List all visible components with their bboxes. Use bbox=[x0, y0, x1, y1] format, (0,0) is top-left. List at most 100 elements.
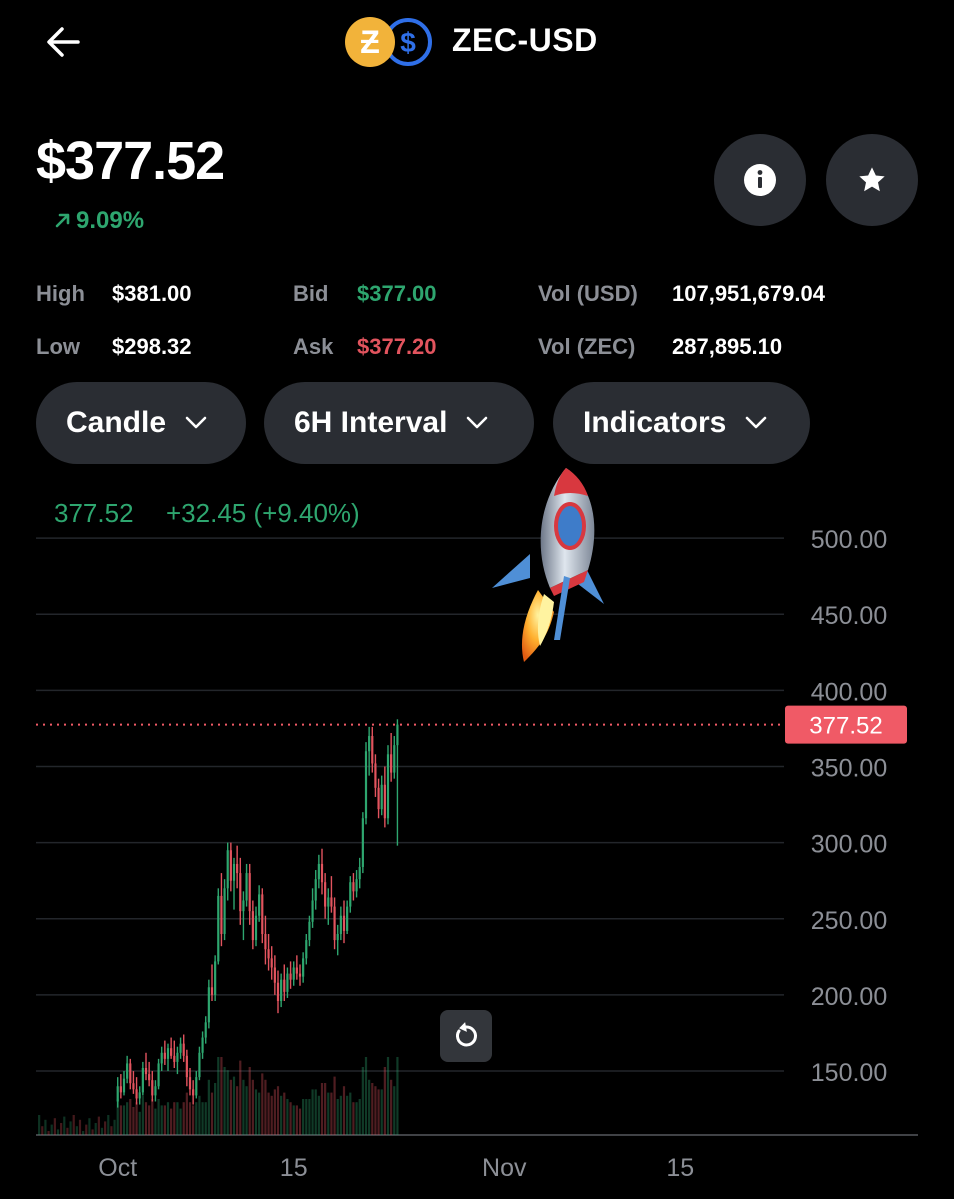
candle-body bbox=[258, 894, 261, 916]
volume-bar bbox=[236, 1086, 239, 1135]
price-chart[interactable]: 500.00 450.00 400.00 350.00 300.00 250.00 200.… bbox=[0, 470, 954, 1199]
volume-bar bbox=[119, 1105, 122, 1135]
candle-body bbox=[223, 888, 226, 934]
vol-zec-value: 287,895.10 bbox=[672, 334, 783, 359]
candle-body bbox=[135, 1089, 138, 1099]
x-tick-label: Nov bbox=[482, 1154, 527, 1182]
volume-bar bbox=[342, 1086, 346, 1135]
volume-bar bbox=[245, 1086, 248, 1135]
volume-bar bbox=[176, 1102, 179, 1135]
candle-body bbox=[201, 1037, 204, 1053]
candle-body bbox=[226, 850, 229, 889]
current-price: $377.52 bbox=[36, 131, 225, 191]
candle-body bbox=[254, 915, 258, 941]
volume-bar bbox=[82, 1131, 85, 1135]
volume-bar bbox=[85, 1124, 88, 1135]
price-change-value: 9.09% bbox=[76, 207, 145, 234]
volume-bar bbox=[364, 1057, 368, 1135]
candle-body bbox=[229, 850, 232, 881]
chevron-down-icon bbox=[746, 416, 767, 429]
vol-usd-value: 107,951,679.04 bbox=[672, 281, 825, 306]
volume-bar bbox=[336, 1099, 339, 1135]
volume-bar bbox=[38, 1115, 41, 1135]
volume-bar bbox=[368, 1079, 371, 1135]
candle-body bbox=[346, 906, 349, 931]
volume-bar bbox=[339, 1095, 342, 1135]
volume-bar bbox=[311, 1089, 314, 1135]
high-value: $381.00 bbox=[112, 281, 192, 306]
volume-bar bbox=[292, 1105, 295, 1135]
volume-bar bbox=[135, 1102, 138, 1135]
candle-body bbox=[248, 873, 251, 912]
candle-body bbox=[380, 784, 383, 810]
indicators-label: Indicators bbox=[583, 406, 727, 439]
volume-bar bbox=[157, 1099, 160, 1135]
interval-dropdown[interactable]: 6H Interval bbox=[264, 382, 534, 464]
ask-label: Ask bbox=[293, 334, 334, 359]
candle-body bbox=[232, 863, 236, 881]
reset-chart-button[interactable] bbox=[440, 1010, 492, 1062]
volume-bar bbox=[229, 1079, 232, 1135]
candle-body bbox=[204, 1022, 207, 1038]
volume-bar bbox=[47, 1131, 50, 1135]
volume-bar bbox=[166, 1102, 170, 1135]
candle-body bbox=[151, 1080, 154, 1096]
chart-type-label: Candle bbox=[66, 406, 167, 439]
volume-bar bbox=[132, 1107, 135, 1135]
volume-bar bbox=[314, 1089, 317, 1135]
volume-bar bbox=[104, 1121, 107, 1135]
indicators-dropdown[interactable]: Indicators bbox=[553, 382, 810, 464]
candle-body bbox=[339, 915, 342, 934]
volume-bar bbox=[192, 1105, 195, 1135]
volume-bar bbox=[56, 1129, 60, 1135]
volume-bar bbox=[305, 1099, 308, 1135]
chevron-down-icon bbox=[467, 416, 488, 429]
arrow-up-right-icon bbox=[55, 213, 70, 228]
volume-bar bbox=[173, 1102, 176, 1135]
high-label: High bbox=[36, 281, 85, 306]
favorite-button[interactable] bbox=[826, 134, 918, 226]
back-button[interactable] bbox=[40, 20, 88, 64]
info-button[interactable] bbox=[714, 134, 806, 226]
volume-bar bbox=[179, 1108, 182, 1135]
y-tick-label: 400.00 bbox=[811, 678, 887, 706]
volume-bar bbox=[41, 1126, 44, 1135]
candle-body bbox=[393, 745, 396, 773]
bid-value: $377.00 bbox=[357, 281, 437, 306]
candle-body bbox=[239, 873, 242, 912]
volume-bar bbox=[188, 1102, 192, 1135]
chart-type-dropdown[interactable]: Candle bbox=[36, 382, 246, 464]
candle-body bbox=[317, 863, 320, 880]
candle-body bbox=[192, 1089, 195, 1096]
volume-bar bbox=[396, 1057, 399, 1135]
candle-body bbox=[305, 940, 308, 959]
volume-bar bbox=[88, 1118, 91, 1135]
volume-bar bbox=[239, 1060, 242, 1135]
volume-bar bbox=[352, 1102, 355, 1135]
volume-bar bbox=[94, 1123, 97, 1135]
candle-body bbox=[170, 1048, 173, 1056]
candle-body bbox=[141, 1067, 144, 1093]
volume-bar bbox=[50, 1124, 53, 1135]
candle-body bbox=[267, 949, 270, 959]
info-icon bbox=[744, 164, 776, 196]
rocket-icon bbox=[492, 468, 604, 662]
volume-bar bbox=[261, 1073, 264, 1135]
arrow-left-icon bbox=[47, 27, 80, 57]
volume-bar bbox=[122, 1105, 126, 1135]
candle-body bbox=[349, 882, 352, 907]
volume-bar bbox=[380, 1089, 383, 1135]
candle-body bbox=[195, 1077, 198, 1096]
volume-bar bbox=[361, 1067, 364, 1135]
candle-body bbox=[160, 1052, 163, 1064]
candle-body bbox=[154, 1086, 157, 1096]
candle-body bbox=[119, 1086, 122, 1093]
candle-body bbox=[355, 879, 358, 892]
volume-bar bbox=[207, 1079, 210, 1135]
candle-body bbox=[352, 882, 355, 892]
volume-bar bbox=[226, 1070, 229, 1135]
volume-bar bbox=[198, 1095, 201, 1135]
candle-body bbox=[371, 736, 374, 764]
volume-bar bbox=[126, 1102, 129, 1135]
volume-bar bbox=[248, 1067, 251, 1135]
